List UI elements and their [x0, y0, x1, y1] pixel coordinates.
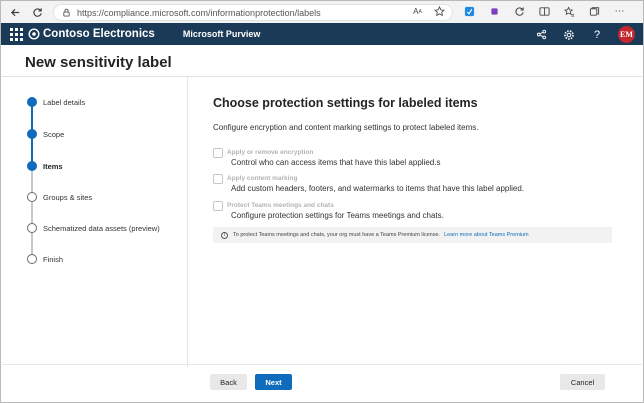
help-icon[interactable]: ? — [590, 28, 604, 42]
info-message-bar: i To protect Teams meetings and chats, y… — [213, 227, 612, 243]
app-name[interactable]: Microsoft Purview — [183, 29, 261, 39]
browser-menu-icon[interactable]: ⋯ — [613, 5, 626, 18]
step-groups-sites[interactable]: Groups & sites — [27, 192, 92, 202]
option-title: Protect Teams meetings and chats — [227, 202, 334, 209]
wizard-stepper: Label details Scope Items Groups & sites… — [1, 77, 188, 367]
step-complete-icon — [27, 97, 37, 107]
read-aloud-icon[interactable]: AA — [411, 5, 424, 18]
learn-more-link[interactable]: Learn more about Teams Premium — [444, 232, 529, 238]
brand-name: Contoso Electronics — [43, 28, 155, 40]
option-title: Apply content marking — [227, 175, 298, 182]
step-label: Finish — [43, 254, 64, 264]
address-icons: AA — [411, 5, 446, 18]
footer-divider — [2, 364, 642, 365]
step-label: Groups & sites — [43, 192, 93, 202]
cancel-button[interactable]: Cancel — [560, 374, 605, 390]
section-description: Configure encryption and content marking… — [213, 123, 479, 132]
step-current-icon — [27, 161, 37, 171]
step-label: Scope — [43, 129, 65, 139]
step-label: Label details — [43, 97, 86, 107]
step-pending-icon — [27, 254, 37, 264]
avatar[interactable]: EM — [618, 26, 635, 43]
contoso-logo-icon — [28, 28, 40, 40]
step-label: Items — [43, 161, 63, 171]
address-bar[interactable]: https://compliance.microsoft.com/informa… — [53, 4, 453, 21]
info-icon: i — [221, 231, 228, 239]
favorites-icon[interactable] — [563, 5, 576, 18]
app-launcher-icon[interactable] — [9, 27, 23, 41]
content-marking-checkbox[interactable] — [213, 174, 223, 184]
refresh-page-icon[interactable] — [513, 5, 526, 18]
share-icon[interactable] — [534, 28, 548, 42]
option-description: Configure protection settings for Teams … — [231, 211, 444, 220]
split-screen-icon[interactable] — [538, 5, 551, 18]
page-content: New sensitivity label Label details Scop… — [1, 45, 643, 402]
back-arrow-icon[interactable] — [7, 4, 23, 20]
step-schematized-data-assets[interactable]: Schematized data assets (preview) — [27, 223, 160, 233]
step-pending-icon — [27, 223, 37, 233]
teams-protection-checkbox[interactable] — [213, 201, 223, 211]
back-button[interactable]: Back — [210, 374, 247, 390]
step-finish[interactable]: Finish — [27, 254, 63, 264]
option-title: Apply or remove encryption — [227, 149, 314, 156]
collections-icon[interactable] — [588, 5, 601, 18]
encryption-checkbox[interactable] — [213, 148, 223, 158]
extension-blue-icon[interactable] — [463, 5, 476, 18]
step-scope[interactable]: Scope — [27, 129, 64, 139]
app-header: Contoso Electronics Microsoft Purview ? … — [1, 23, 643, 45]
step-items[interactable]: Items — [27, 161, 63, 171]
brand[interactable]: Contoso Electronics — [28, 28, 155, 40]
url-text: https://compliance.microsoft.com/informa… — [77, 7, 321, 18]
step-complete-icon — [27, 129, 37, 139]
favorite-star-icon[interactable] — [433, 5, 446, 18]
step-label-details[interactable]: Label details — [27, 97, 85, 107]
settings-gear-icon[interactable] — [562, 28, 576, 42]
option-description: Add custom headers, footers, and waterma… — [231, 184, 525, 193]
option-description: Control who can access items that have t… — [231, 158, 441, 167]
step-label: Schematized data assets (preview) — [43, 223, 160, 233]
section-title: Choose protection settings for labeled i… — [213, 96, 478, 110]
info-text: To protect Teams meetings and chats, you… — [233, 232, 441, 238]
header-actions: ? EM — [534, 26, 635, 43]
next-button[interactable]: Next — [255, 374, 292, 390]
extension-purple-icon[interactable] — [488, 5, 501, 18]
refresh-icon[interactable] — [29, 4, 45, 20]
step-pending-icon — [27, 192, 37, 202]
browser-toolbar: https://compliance.microsoft.com/informa… — [1, 1, 643, 23]
lock-icon — [62, 8, 71, 17]
page-title: New sensitivity label — [25, 54, 172, 71]
browser-extension-icons: ⋯ — [463, 5, 626, 18]
